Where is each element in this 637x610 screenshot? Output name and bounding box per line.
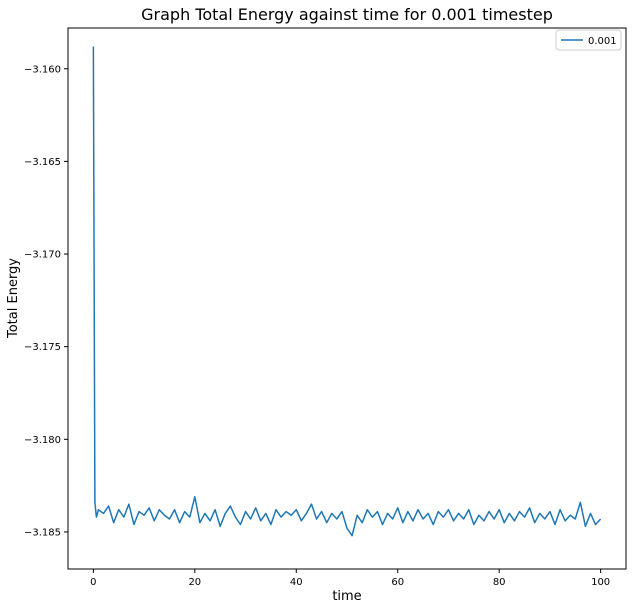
y-tick-label: −3.175 — [24, 342, 61, 353]
legend-label: 0.001 — [588, 36, 617, 47]
figure-background — [0, 0, 637, 610]
y-tick-label: −3.180 — [24, 435, 61, 446]
y-tick-label: −3.170 — [24, 250, 61, 261]
x-tick-label: 80 — [493, 577, 506, 588]
line-chart: Graph Total Energy against time for 0.00… — [0, 0, 637, 610]
chart-title: Graph Total Energy against time for 0.00… — [141, 5, 553, 24]
y-tick-label: −3.160 — [24, 64, 61, 75]
x-tick-label: 60 — [391, 577, 404, 588]
legend: 0.001 — [555, 29, 622, 51]
y-tick-label: −3.185 — [24, 527, 61, 538]
x-tick-label: 40 — [290, 577, 303, 588]
x-tick-label: 0 — [90, 577, 96, 588]
x-tick-label: 20 — [188, 577, 201, 588]
x-tick-label: 100 — [591, 577, 610, 588]
x-axis-label: time — [332, 589, 361, 604]
y-axis-label: Total Energy — [6, 258, 21, 339]
y-tick-label: −3.165 — [24, 157, 61, 168]
